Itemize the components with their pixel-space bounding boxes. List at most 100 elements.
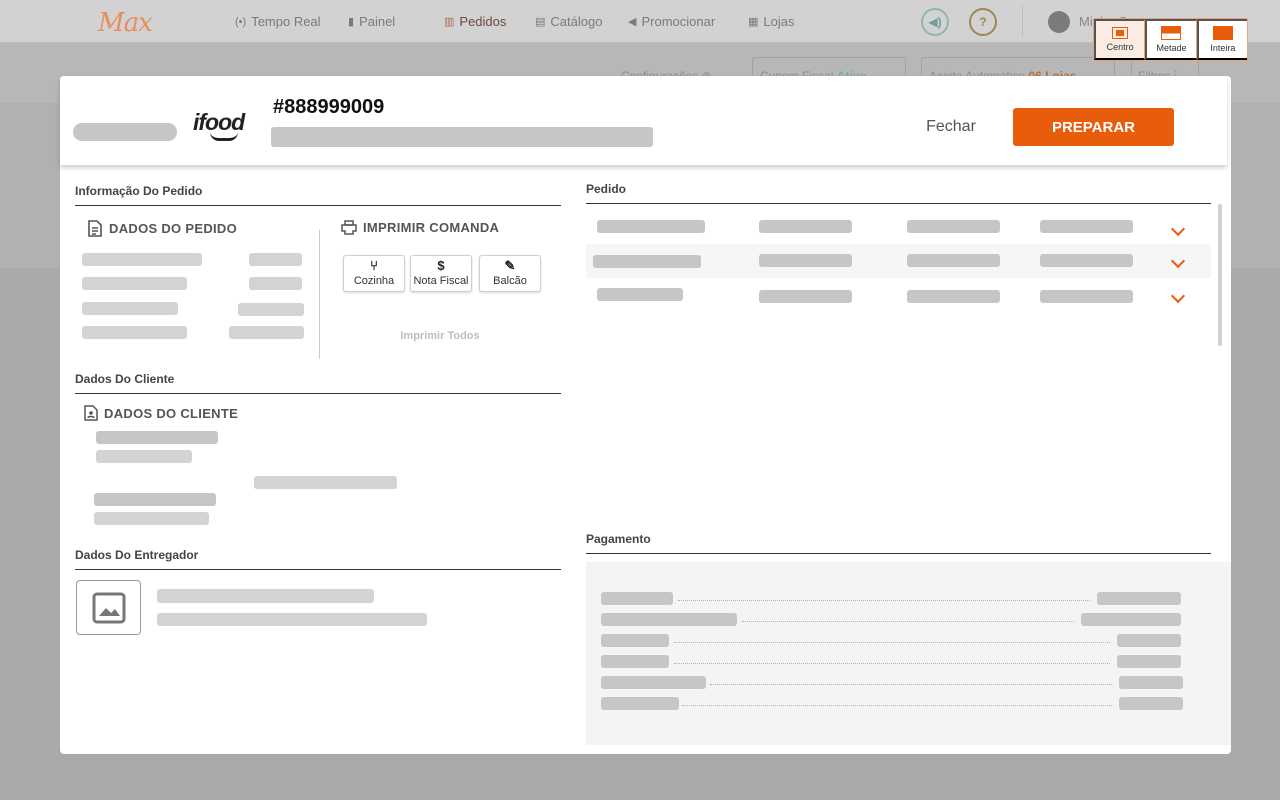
order-subtitle-placeholder [271,127,653,147]
order-item-row[interactable] [586,244,1211,278]
layout-full-button[interactable]: Inteira [1196,19,1247,60]
print-invoice-label: Nota Fiscal [413,275,469,287]
placeholder [759,220,852,233]
dotted-leader [742,621,1074,622]
placeholder [82,302,178,315]
nav-painel-label: Painel [359,14,396,29]
chevron-down-icon[interactable] [1170,288,1186,304]
client-data-header: DADOS DO CLIENTE [84,405,238,421]
placeholder [759,290,852,303]
placeholder [601,613,737,626]
pencil-icon: ✎ [504,258,516,273]
client-data-label: DADOS DO CLIENTE [104,405,239,421]
order-modal: ifood #888999009 Fechar PREPARAR Informa… [60,76,1231,754]
placeholder [1097,592,1181,605]
list-icon: ▥ [444,16,455,28]
payment-section-title: Pagamento [586,532,651,546]
placeholder [601,592,673,605]
nav-painel[interactable]: ▮ Painel [348,14,395,29]
layout-center-label: Centro [1106,42,1134,52]
dotted-leader [678,600,1090,601]
top-navigation: Max (•) Tempo Real ▮ Painel ▥ Pedidos ▤ … [0,0,1280,43]
placeholder [238,303,304,316]
order-item-row[interactable] [586,210,1211,244]
placeholder [1040,290,1133,303]
placeholder [601,697,679,710]
placeholder [94,512,209,525]
placeholder [1081,613,1181,626]
nav-pedidos[interactable]: ▥ Pedidos [444,14,506,29]
nav-divider [1022,6,1023,37]
nav-catalogo[interactable]: ▤ Catálogo [535,14,602,29]
order-item-row[interactable] [586,278,1211,312]
print-all-link[interactable]: Imprimir Todos [380,330,500,342]
print-kitchen-button[interactable]: ⑂ Cozinha [343,255,405,292]
nav-lojas-label: Lojas [763,14,795,29]
client-divider [75,393,561,394]
nav-tempo-real[interactable]: (•) Tempo Real [235,14,321,29]
book-icon: ▤ [535,16,546,28]
user-avatar-icon[interactable] [1048,11,1070,33]
placeholder [1117,655,1181,668]
status-placeholder [73,123,177,141]
placeholder [1117,634,1181,647]
dotted-leader [674,663,1110,664]
layout-switcher: Centro Metade Inteira [1093,18,1248,61]
placeholder [601,634,669,647]
store-icon: ▦ [748,16,759,28]
placeholder [907,254,1000,267]
placeholder [249,253,302,266]
order-info-title: Informação Do Pedido [75,184,203,198]
layout-full-icon [1212,26,1233,40]
placeholder [82,277,187,290]
order-number: #888999009 [273,96,385,118]
print-counter-button[interactable]: ✎ Balcão [479,255,541,292]
nav-promocionar[interactable]: ◀ Promocionar [628,14,715,29]
layout-center-button[interactable]: Centro [1094,19,1146,60]
layout-full-label: Inteira [1210,43,1236,53]
placeholder [82,326,187,339]
payment-summary [586,562,1231,745]
prepare-button[interactable]: PREPARAR [1013,108,1174,146]
placeholder [597,220,705,233]
placeholder [1119,676,1183,689]
layout-half-button[interactable]: Metade [1145,19,1197,60]
placeholder [593,255,701,268]
layout-half-label: Metade [1156,43,1187,53]
printer-icon [341,220,357,235]
dotted-leader [710,684,1112,685]
modal-header: ifood #888999009 Fechar PREPARAR [60,76,1227,165]
placeholder [601,655,669,668]
fork-knife-icon: ⑂ [370,258,378,273]
image-icon [92,592,125,623]
courier-section-title: Dados Do Entregador [75,548,199,562]
payment-divider [586,553,1211,554]
print-counter-label: Balcão [493,275,527,287]
layout-half-icon [1161,26,1182,40]
placeholder [229,326,304,339]
order-divider [586,203,1211,204]
print-invoice-button[interactable]: $ Nota Fiscal [410,255,472,292]
order-info-vertical-divider [319,230,320,359]
chevron-down-icon[interactable] [1170,221,1186,237]
ifood-logo-smile [210,132,238,141]
order-data-label: DADOS DO PEDIDO [109,221,238,236]
placeholder [96,450,192,463]
dotted-leader [674,642,1110,643]
courier-divider [75,569,561,570]
placeholder [907,220,1000,233]
nav-catalogo-label: Catálogo [550,14,603,29]
order-list-scrollbar[interactable] [1218,204,1222,346]
megaphone-icon: ◀ [628,16,637,28]
nav-lojas[interactable]: ▦ Lojas [748,14,794,29]
nav-promocionar-label: Promocionar [641,14,716,29]
placeholder [82,253,202,266]
order-info-divider [75,205,561,206]
dollar-icon: $ [437,258,445,273]
help-button[interactable]: ? [969,8,997,36]
close-button[interactable]: Fechar [912,108,990,146]
print-kitchen-label: Cozinha [353,275,395,287]
sound-button[interactable]: ◀) [921,8,949,36]
chevron-down-icon[interactable] [1170,253,1186,269]
contact-card-icon [84,405,98,421]
